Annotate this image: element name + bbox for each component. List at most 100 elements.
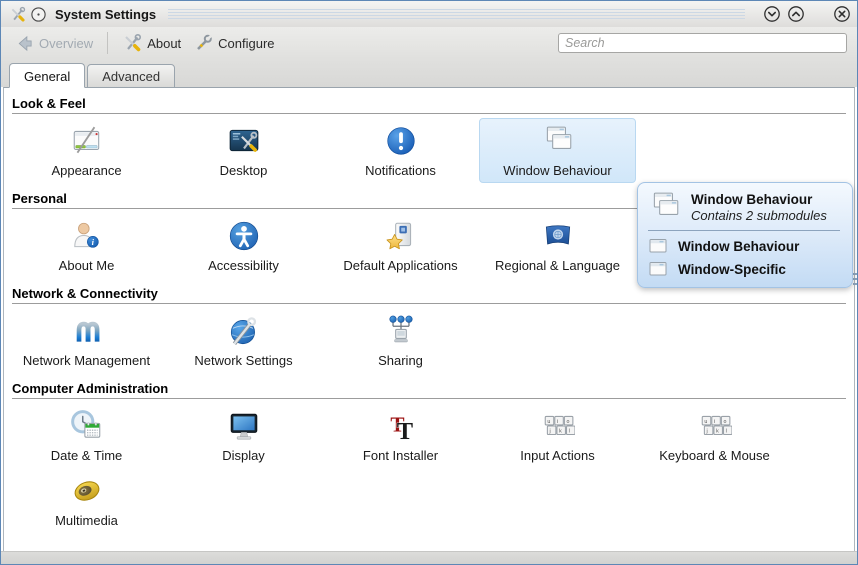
svg-text:u: u: [704, 419, 707, 425]
submodule-window-behaviour[interactable]: Window Behaviour: [648, 236, 842, 256]
item-label: Window Behaviour: [503, 163, 611, 178]
close-icon[interactable]: [833, 5, 851, 23]
overview-label: Overview: [39, 36, 93, 51]
item-font-installer[interactable]: T T Font Installer: [322, 403, 479, 468]
network-settings-icon: [227, 314, 261, 348]
item-about-me[interactable]: i About Me: [8, 213, 165, 278]
item-desktop[interactable]: Desktop: [165, 118, 322, 183]
item-keyboard-mouse[interactable]: uio jkl Keyboard & Mouse: [636, 403, 793, 468]
font-installer-icon: T T: [384, 409, 418, 443]
system-settings-window: System Settings: [0, 0, 858, 565]
configure-label: Configure: [218, 36, 274, 51]
tools-icon: [9, 6, 26, 23]
configure-button[interactable]: Configure: [187, 30, 280, 56]
window-behaviour-icon: [648, 190, 682, 224]
search-input[interactable]: [558, 33, 847, 53]
section-rule: [12, 113, 846, 114]
about-button[interactable]: About: [116, 30, 187, 56]
svg-text:k: k: [559, 428, 562, 434]
item-date-time[interactable]: Date & Time: [8, 403, 165, 468]
display-icon: [227, 409, 261, 443]
item-label: Network Management: [23, 353, 150, 368]
section-rule: [12, 398, 846, 399]
overview-button[interactable]: Overview: [9, 31, 99, 56]
tooltip-header: Window Behaviour Contains 2 submodules: [648, 190, 842, 224]
svg-text:i: i: [556, 419, 557, 425]
item-regional-language[interactable]: Regional & Language: [479, 213, 636, 278]
item-label: Keyboard & Mouse: [659, 448, 770, 463]
search-box: [558, 33, 847, 53]
tab-bar: General Advanced: [1, 59, 857, 87]
submodule-window-specific[interactable]: Window-Specific: [648, 259, 842, 279]
content-panel: Look & Feel Appearance: [3, 87, 855, 552]
svg-text:k: k: [716, 428, 719, 434]
item-accessibility[interactable]: Accessibility: [165, 213, 322, 278]
svg-text:u: u: [547, 419, 550, 425]
appearance-icon: [70, 124, 104, 158]
item-label: Display: [222, 448, 265, 463]
section-title-network: Network & Connectivity: [12, 286, 846, 301]
window-icon: [648, 236, 668, 256]
tab-general[interactable]: General: [9, 63, 85, 88]
svg-text:j: j: [548, 428, 550, 434]
tooltip-subtitle: Contains 2 submodules: [691, 208, 827, 223]
window-title: System Settings: [55, 7, 156, 22]
item-notifications[interactable]: Notifications: [322, 118, 479, 183]
notifications-icon: [384, 124, 418, 158]
item-multimedia[interactable]: Multimedia: [8, 468, 165, 533]
item-label: Date & Time: [51, 448, 123, 463]
section-grid-look-feel: Appearance: [4, 117, 854, 183]
item-display[interactable]: Display: [165, 403, 322, 468]
accessibility-icon: [227, 219, 261, 253]
item-label: Font Installer: [363, 448, 438, 463]
wrench-icon: [193, 33, 213, 53]
item-label: Network Settings: [194, 353, 292, 368]
about-me-icon: i: [70, 219, 104, 253]
item-label: Desktop: [220, 163, 268, 178]
keyboard-keys-icon: uio jkl: [541, 409, 575, 443]
section-title-look-feel: Look & Feel: [12, 96, 846, 111]
tooltip-divider: [648, 230, 840, 231]
svg-text:i: i: [713, 419, 714, 425]
tooltip-title: Window Behaviour: [691, 192, 827, 207]
back-arrow-icon: [15, 34, 34, 53]
status-bar: [1, 551, 857, 564]
item-appearance[interactable]: Appearance: [8, 118, 165, 183]
svg-text:o: o: [723, 419, 726, 425]
item-label: Accessibility: [208, 258, 279, 273]
submodule-label: Window Behaviour: [678, 239, 799, 254]
section-grid-network: Network Management Network Setti: [4, 307, 854, 373]
svg-text:l: l: [725, 428, 726, 434]
about-label: About: [147, 36, 181, 51]
window-resize-grip[interactable]: [853, 273, 857, 287]
circle-dot-icon[interactable]: [30, 6, 47, 23]
regional-language-icon: [541, 219, 575, 253]
item-label: Input Actions: [520, 448, 594, 463]
item-network-management[interactable]: Network Management: [8, 308, 165, 373]
item-network-settings[interactable]: Network Settings: [165, 308, 322, 373]
submodule-label: Window-Specific: [678, 262, 786, 277]
toolbar-separator: [107, 32, 108, 54]
section-title-computer-admin: Computer Administration: [12, 381, 846, 396]
keyboard-keys-icon: uio jkl: [698, 409, 732, 443]
desktop-icon: [227, 124, 261, 158]
network-management-icon: [70, 314, 104, 348]
item-window-behaviour[interactable]: Window Behaviour: [479, 118, 636, 183]
item-input-actions[interactable]: uio jkl Input Actions: [479, 403, 636, 468]
item-label: Sharing: [378, 353, 423, 368]
tab-advanced[interactable]: Advanced: [87, 64, 175, 88]
date-time-icon: [70, 409, 104, 443]
sharing-icon: [384, 314, 418, 348]
window-behaviour-icon: [541, 124, 575, 158]
item-default-applications[interactable]: Default Applications: [322, 213, 479, 278]
item-label: Notifications: [365, 163, 436, 178]
item-label: Regional & Language: [495, 258, 620, 273]
titlebar: System Settings: [1, 1, 857, 27]
item-sharing[interactable]: Sharing: [322, 308, 479, 373]
toolbar: Overview About: [1, 27, 857, 59]
maximize-icon[interactable]: [787, 5, 805, 23]
section-rule: [12, 303, 846, 304]
item-label: Multimedia: [55, 513, 118, 528]
tools-icon: [122, 33, 142, 53]
minimize-icon[interactable]: [763, 5, 781, 23]
